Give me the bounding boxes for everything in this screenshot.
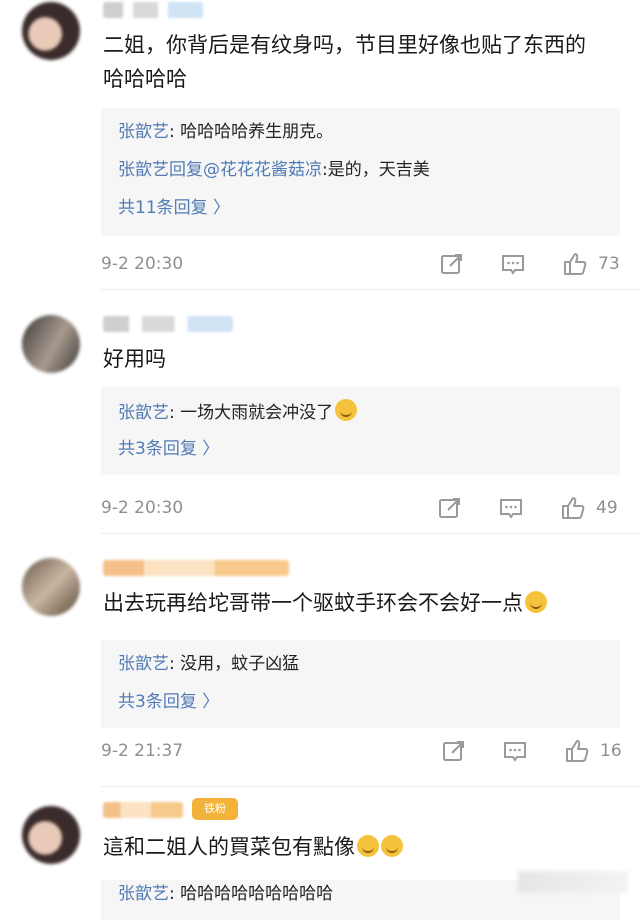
laughing-emoji-icon — [357, 835, 379, 857]
comment-3: 出去玩再给坨哥带一个驱蚊手环会不会好一点 张歆艺: 没用，蚊子凶猛 共3条回复 … — [0, 534, 640, 788]
like-icon[interactable] — [564, 738, 590, 764]
reply-box[interactable]: 张歆艺: 一场大雨就会冲没了 共3条回复 〉 — [101, 387, 620, 475]
more-replies-link[interactable]: 共11条回复 〉 — [118, 196, 230, 220]
timestamp: 9-2 21:37 — [101, 741, 184, 761]
reply-text: 没用，蚊子凶猛 — [180, 654, 300, 674]
reply-author[interactable]: 张歆艺 — [118, 654, 169, 674]
comment-icon[interactable] — [500, 251, 526, 277]
like-icon[interactable] — [562, 251, 588, 277]
reply-text: 哈哈哈哈哈哈哈哈哈 — [180, 884, 334, 904]
reply-sep: : — [169, 403, 181, 423]
like-count: 16 — [600, 741, 622, 761]
reply-text: 是的，天吉美 — [327, 160, 430, 180]
username-blurred[interactable] — [103, 802, 183, 818]
like-icon[interactable] — [560, 495, 586, 521]
share-icon[interactable] — [437, 495, 463, 521]
fan-badge: 铁粉 — [192, 798, 238, 820]
reply-box[interactable]: 张歆艺: 哈哈哈哈养生朋克。 张歆艺回复@花花花酱菇凉:是的，天吉美 共11条回… — [101, 108, 620, 236]
reply-sep: : — [169, 654, 181, 674]
reply-author[interactable]: 张歆艺 — [118, 403, 169, 423]
reply-box[interactable]: 张歆艺: 没用，蚊子凶猛 共3条回复 〉 — [101, 640, 620, 728]
reply-line[interactable]: 张歆艺: 哈哈哈哈哈哈哈哈哈 — [118, 882, 333, 906]
comment-1: 二姐，你背后是有纹身吗，节目里好像也贴了东西的 哈哈哈哈 张歆艺: 哈哈哈哈养生… — [0, 0, 640, 290]
username-blurred[interactable] — [103, 316, 233, 332]
comment-icon[interactable] — [498, 495, 524, 521]
avatar[interactable] — [22, 315, 80, 373]
timestamp: 9-2 20:30 — [101, 254, 184, 274]
share-icon[interactable] — [439, 251, 465, 277]
timestamp: 9-2 20:30 — [101, 498, 184, 518]
divider — [101, 786, 640, 787]
avatar[interactable] — [22, 558, 80, 616]
reply-author[interactable]: 张歆艺回复@花花花酱菇凉 — [118, 160, 322, 180]
reply-line[interactable]: 张歆艺回复@花花花酱菇凉:是的，天吉美 — [118, 158, 430, 182]
reply-line[interactable]: 张歆艺: 一场大雨就会冲没了 — [118, 399, 358, 425]
smile-emoji-icon — [525, 591, 547, 613]
reply-line[interactable]: 张歆艺: 没用，蚊子凶猛 — [118, 652, 299, 676]
laughing-emoji-icon — [381, 835, 403, 857]
comment-text: 好用吗 — [103, 347, 166, 371]
watermark-blurred — [518, 871, 628, 893]
reply-sep: : — [169, 122, 181, 142]
share-icon[interactable] — [441, 738, 467, 764]
comment-text-body: 這和二姐人的買菜包有點像 — [103, 835, 355, 859]
username-blurred[interactable] — [103, 560, 289, 576]
more-replies-link[interactable]: 共3条回复 〉 — [118, 690, 219, 714]
crying-emoji-icon — [335, 399, 358, 421]
comment-text-body: 出去玩再给坨哥带一个驱蚊手环会不会好一点 — [103, 591, 523, 615]
reply-author[interactable]: 张歆艺 — [118, 122, 169, 142]
avatar[interactable] — [22, 2, 80, 60]
reply-sep: : — [169, 884, 181, 904]
comment-meta: 9-2 20:30 73 — [101, 251, 620, 277]
reply-author[interactable]: 张歆艺 — [118, 884, 169, 904]
like-count: 49 — [596, 498, 618, 518]
username-blurred[interactable] — [103, 2, 203, 18]
reply-line[interactable]: 张歆艺: 哈哈哈哈养生朋克。 — [118, 120, 333, 144]
comment-text: 出去玩再给坨哥带一个驱蚊手环会不会好一点 — [103, 586, 612, 620]
like-count: 73 — [598, 254, 620, 274]
comment-meta: 9-2 20:30 49 — [101, 495, 620, 521]
comment-text: 二姐，你背后是有纹身吗，节目里好像也贴了东西的 哈哈哈哈 — [103, 33, 586, 91]
reply-text: 一场大雨就会冲没了 — [180, 403, 334, 423]
comment-4: 铁粉 這和二姐人的買菜包有點像 张歆艺: 哈哈哈哈哈哈哈哈哈 — [0, 788, 640, 920]
more-replies-link[interactable]: 共3条回复 〉 — [118, 437, 219, 461]
comment-text: 這和二姐人的買菜包有點像 — [103, 830, 612, 864]
comment-2: 好用吗 张歆艺: 一场大雨就会冲没了 共3条回复 〉 9-2 20:30 49 — [0, 290, 640, 534]
comment-meta: 9-2 21:37 16 — [101, 738, 622, 764]
avatar[interactable] — [22, 806, 80, 864]
comment-icon[interactable] — [502, 738, 528, 764]
reply-text: 哈哈哈哈养生朋克。 — [180, 122, 334, 142]
